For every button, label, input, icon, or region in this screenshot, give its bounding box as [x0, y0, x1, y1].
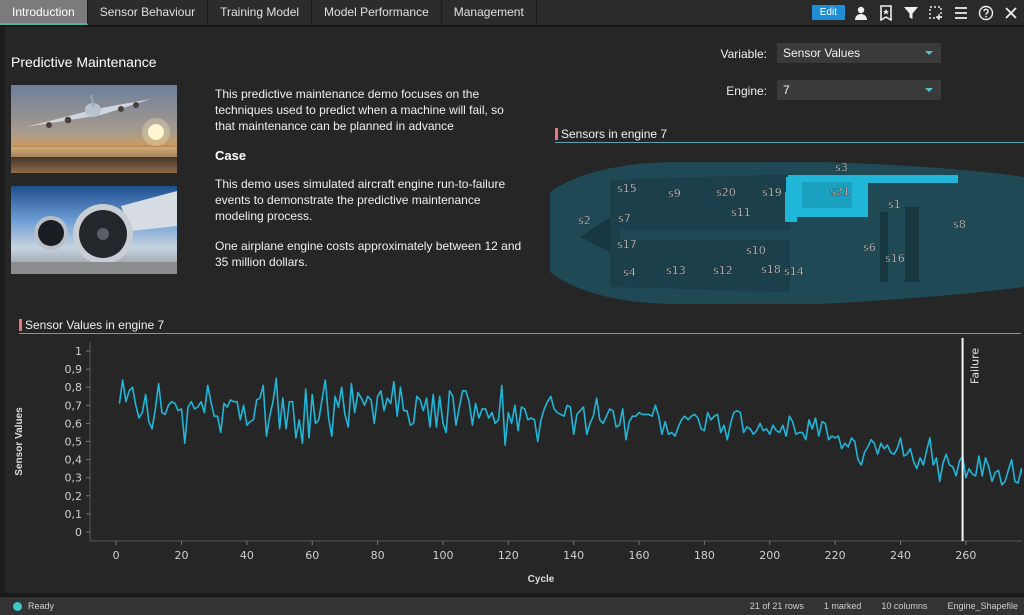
- x-tick-label: 20: [175, 549, 189, 562]
- sensor-label-s7[interactable]: s7: [618, 212, 631, 225]
- y-tick-label: 0,8: [65, 381, 83, 394]
- sensor-label-s1[interactable]: s1: [888, 198, 901, 211]
- x-axis-label: Cycle: [528, 574, 555, 585]
- y-tick-label: 0,6: [65, 417, 83, 430]
- engine-map: s1 s2 s3 s4 s6 s7 s8 s9 s10 s11 s12 s13 s14 s15 s16 s17…: [550, 152, 1024, 312]
- sensor-label-s21[interactable]: s21: [830, 185, 850, 198]
- x-tick-label: 100: [432, 549, 453, 562]
- sensor-label-s11[interactable]: s11: [731, 206, 751, 219]
- y-axis-label: Sensor Values: [14, 407, 25, 476]
- y-tick-label: 0,5: [65, 436, 83, 449]
- tab-training-model[interactable]: Training Model: [208, 0, 313, 25]
- sensor-label-s14[interactable]: s14: [784, 265, 804, 278]
- sensor-label-s20[interactable]: s20: [716, 186, 736, 199]
- y-tick-label: 0,3: [65, 472, 83, 485]
- active-table[interactable]: Engine_Shapefile: [947, 601, 1018, 611]
- chevron-down-icon: [925, 88, 933, 92]
- x-tick-label: 260: [955, 549, 976, 562]
- sensor-label-s8[interactable]: s8: [953, 218, 966, 231]
- y-tick-label: 0,4: [65, 454, 83, 467]
- chevron-down-icon: [925, 51, 933, 55]
- variable-dropdown[interactable]: Sensor Values: [777, 43, 941, 63]
- jet-engine-image: [11, 186, 177, 274]
- y-tick-label: 0,7: [65, 399, 83, 412]
- variable-label: Variable:: [720, 47, 767, 61]
- help-icon[interactable]: [977, 4, 995, 22]
- series-line-sensor-values: [118, 377, 1024, 486]
- x-tick-label: 60: [305, 549, 319, 562]
- sensor-label-s9[interactable]: s9: [668, 187, 681, 200]
- sensor-label-s19[interactable]: s19: [762, 186, 782, 199]
- x-tick-label: 240: [890, 549, 911, 562]
- case-heading: Case: [215, 148, 247, 163]
- tab-model-performance[interactable]: Model Performance: [312, 0, 442, 25]
- status-text: Ready: [28, 601, 55, 611]
- y-tick-label: 0,9: [65, 363, 83, 376]
- edit-button[interactable]: Edit: [811, 5, 845, 20]
- x-tick-label: 120: [498, 549, 519, 562]
- engine-label: Engine:: [726, 84, 767, 98]
- x-tick-label: 0: [113, 549, 120, 562]
- top-bar: Introduction Sensor Behaviour Training M…: [0, 0, 1024, 26]
- sensor-label-s10[interactable]: s10: [746, 244, 766, 257]
- variable-value: Sensor Values: [783, 46, 861, 60]
- bookmark-icon[interactable]: [877, 4, 895, 22]
- engine-map-title: Sensors in engine 7: [555, 127, 1024, 143]
- engine-dropdown[interactable]: 7: [777, 80, 941, 100]
- sensor-label-s6[interactable]: s6: [863, 241, 876, 254]
- close-icon[interactable]: [1002, 4, 1020, 22]
- sensor-chart: 0 0,1 0,2 0,3 0,4 0,5 0,6 0,7 0,8 0,9 1 0 20 40 60 80 10…: [14, 336, 1024, 590]
- intro-paragraph: This predictive maintenance demo focuses…: [215, 87, 504, 133]
- x-tick-label: 200: [759, 549, 780, 562]
- collaboration-icon[interactable]: [852, 4, 870, 22]
- sensor-label-s18[interactable]: s18: [761, 263, 781, 276]
- y-tick-label: 1: [75, 345, 82, 358]
- y-tick-label: 0,1: [65, 508, 83, 521]
- sensor-label-s4[interactable]: s4: [623, 266, 636, 279]
- engine-value: 7: [783, 83, 790, 97]
- case-paragraph: This demo uses simulated aircraft engine…: [215, 177, 506, 223]
- status-bar: Ready 21 of 21 rows 1 marked 10 columns …: [0, 596, 1024, 615]
- menu-icon[interactable]: [952, 4, 970, 22]
- tab-sensor-behaviour[interactable]: Sensor Behaviour: [87, 0, 209, 25]
- sensor-label-s2[interactable]: s2: [578, 214, 591, 227]
- failure-label: Failure: [969, 348, 982, 384]
- x-tick-label: 80: [371, 549, 385, 562]
- marked-count: 1 marked: [823, 601, 862, 611]
- intro-text: This predictive maintenance demo focuses…: [215, 86, 525, 284]
- cost-paragraph: One airplane engine costs approximately …: [215, 239, 522, 269]
- sensor-label-s3[interactable]: s3: [835, 161, 848, 174]
- tab-introduction[interactable]: Introduction: [0, 0, 88, 25]
- sensor-label-s13[interactable]: s13: [666, 264, 686, 277]
- x-tick-label: 160: [629, 549, 650, 562]
- toolbar: Edit: [811, 2, 1020, 23]
- x-tick-label: 40: [240, 549, 254, 562]
- sensor-label-s17[interactable]: s17: [617, 238, 637, 251]
- sensor-label-s15[interactable]: s15: [617, 182, 637, 195]
- chart-title: Sensor Values in engine 7: [19, 318, 1021, 334]
- sensor-label-s12[interactable]: s12: [713, 264, 733, 277]
- page-title: Predictive Maintenance: [11, 54, 157, 70]
- filter-icon[interactable]: [902, 4, 920, 22]
- sensor-label-s16[interactable]: s16: [885, 252, 905, 265]
- y-tick-label: 0,2: [65, 490, 83, 503]
- x-tick-label: 180: [694, 549, 715, 562]
- tab-management[interactable]: Management: [441, 0, 537, 25]
- airplane-image: [11, 85, 177, 173]
- x-tick-label: 220: [825, 549, 846, 562]
- x-tick-label: 140: [563, 549, 584, 562]
- marking-icon[interactable]: [927, 4, 945, 22]
- column-count: 10 columns: [881, 601, 928, 611]
- row-count: 21 of 21 rows: [749, 601, 804, 611]
- y-tick-label: 0: [75, 526, 82, 539]
- status-indicator-icon: [13, 601, 22, 611]
